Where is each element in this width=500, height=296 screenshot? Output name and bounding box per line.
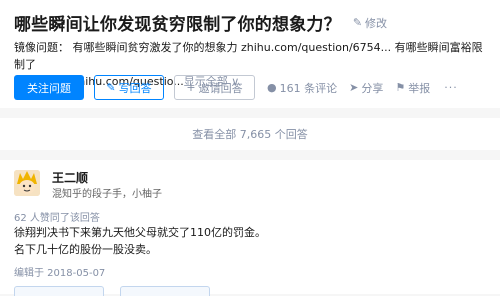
mirror-questions-line1[interactable]: 镜像问题： 有哪些瞬间贫穷激发了你的想象力 zhihu.com/question… xyxy=(14,39,490,73)
edit-question-button[interactable]: ✎ 修改 xyxy=(353,15,387,31)
avatar[interactable] xyxy=(14,170,40,196)
write-answer-label: 写回答 xyxy=(118,81,152,95)
author-bio: 混知乎的段子手，小柚子 xyxy=(52,189,162,200)
report-label: 举报 xyxy=(408,81,431,95)
edit-label: 修改 xyxy=(365,16,388,30)
invite-answer-label: 邀请回答 xyxy=(198,81,243,95)
comment-bubble-icon: ● xyxy=(267,81,277,94)
pencil-icon: ✎ xyxy=(106,81,116,94)
edited-time[interactable]: 编辑于 2018-05-07 xyxy=(14,264,105,279)
follow-question-button[interactable]: 关注问题 xyxy=(14,75,84,100)
share-button[interactable]: ➤ 分享 xyxy=(349,80,383,96)
report-button[interactable]: ⚑ 举报 xyxy=(395,80,430,96)
share-label: 分享 xyxy=(361,81,384,95)
answer-actions-partial xyxy=(14,286,226,296)
view-all-answers-card: 查看全部 7,665 个回答 xyxy=(0,118,500,150)
upvote-button[interactable] xyxy=(14,286,104,296)
comments-label: 161 条评论 xyxy=(279,81,338,95)
more-button[interactable]: ··· xyxy=(444,81,458,94)
add-user-icon: + xyxy=(186,81,196,94)
question-header: 哪些瞬间让你发现贫穷限制了你的想象力？ ✎ 修改 镜像问题： 有哪些瞬间贫穷激发… xyxy=(0,0,500,108)
answer-line: 名下几十亿的股份一股没卖。 xyxy=(14,243,157,256)
write-answer-button[interactable]: ✎ 写回答 xyxy=(94,75,164,100)
answer-line: 徐翔判决书下来第九天他父母就交了110亿的罚金。 xyxy=(14,226,266,239)
author-name[interactable]: 王二顺 xyxy=(52,169,88,186)
comments-button[interactable]: ● 161 条评论 xyxy=(267,80,337,96)
avatar-image xyxy=(14,170,40,196)
answer-card: 王二顺 混知乎的段子手，小柚子 62 人赞同了该回答 徐翔判决书下来第九天他父母… xyxy=(0,160,500,296)
pencil-icon: ✎ xyxy=(352,16,363,29)
upvote-count: 62 人赞同了该回答 xyxy=(14,213,100,224)
flag-icon: ⚑ xyxy=(395,81,406,94)
view-all-answers-link[interactable]: 查看全部 7,665 个回答 xyxy=(192,126,307,142)
invite-answer-button[interactable]: + 邀请回答 xyxy=(174,75,255,100)
share-plane-icon: ➤ xyxy=(349,81,359,94)
question-actions: 关注问题 ✎ 写回答 + 邀请回答 ● 161 条评论 ➤ 分享 ⚑ 举报 ··… xyxy=(14,75,458,100)
answer-content[interactable]: 徐翔判决书下来第九天他父母就交了110亿的罚金。 名下几十亿的股份一股没卖。 xyxy=(14,224,266,258)
question-title: 哪些瞬间让你发现贫穷限制了你的想象力？ xyxy=(14,15,341,35)
title-row: 哪些瞬间让你发现贫穷限制了你的想象力？ ✎ 修改 xyxy=(14,10,387,35)
downvote-button[interactable] xyxy=(120,286,210,296)
